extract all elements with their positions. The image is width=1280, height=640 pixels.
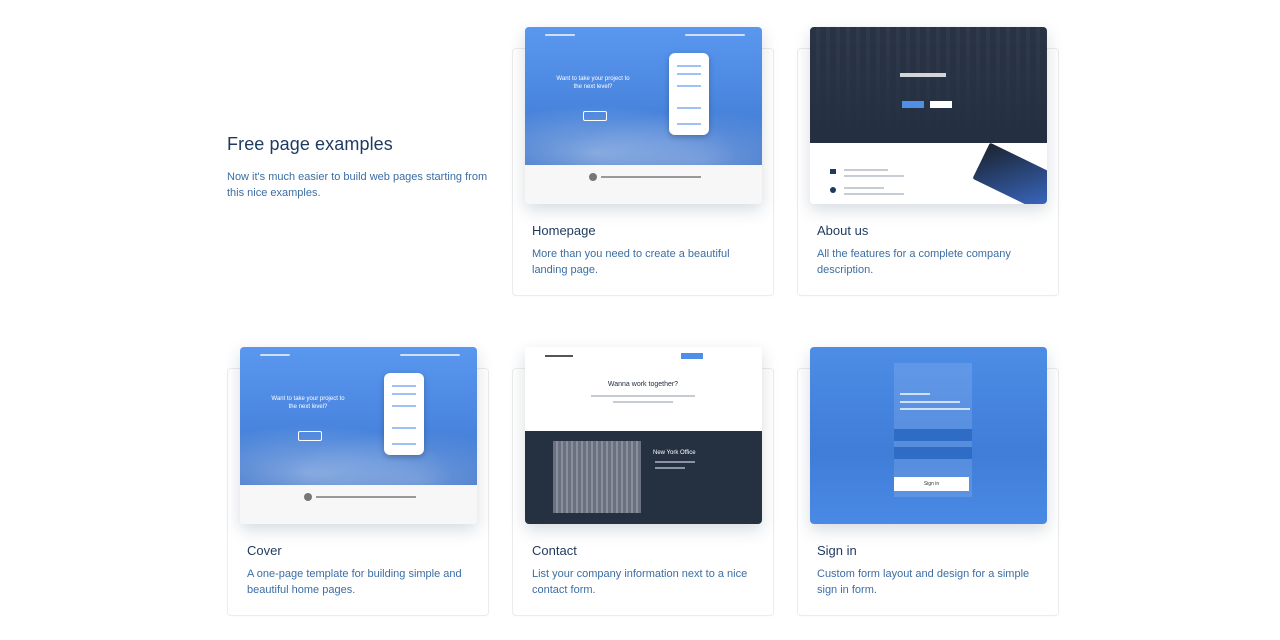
- hero-button-secondary: [930, 101, 952, 108]
- card-description: A one-page template for building simple …: [247, 568, 462, 596]
- hero-heading: Wanna work together?: [607, 381, 679, 388]
- intro-section: Free page examples Now it's much easier …: [227, 134, 497, 201]
- about-thumbnail[interactable]: [810, 27, 1047, 204]
- card-description: List your company information next to a …: [532, 568, 748, 596]
- contact-thumbnail[interactable]: Wanna work together? New York Office: [525, 347, 762, 524]
- hero-button: [902, 101, 924, 108]
- example-card-homepage[interactable]: Want to take your project to the next le…: [512, 27, 774, 296]
- card-title[interactable]: Sign in: [817, 543, 857, 558]
- cover-thumbnail[interactable]: Want to take your project to the next le…: [240, 347, 477, 524]
- phone-mockup: [384, 373, 424, 455]
- section-title: Free page examples: [227, 134, 393, 154]
- card-title[interactable]: Cover: [247, 543, 282, 558]
- office-image: [553, 441, 641, 513]
- phone-mockup: [669, 53, 709, 135]
- hero-heading: Want to take your project to the next le…: [556, 76, 630, 90]
- card-description: All the features for a complete company …: [817, 248, 1011, 276]
- homepage-thumbnail[interactable]: Want to take your project to the next le…: [525, 27, 762, 204]
- laptop-image: [972, 142, 1047, 204]
- office-label: New York Office: [653, 450, 696, 456]
- hero-button: [298, 431, 322, 441]
- card-description: More than you need to create a beautiful…: [532, 248, 730, 276]
- sign-in-button: Sign in: [894, 477, 969, 491]
- card-description: Custom form layout and design for a simp…: [817, 568, 1030, 596]
- section-subtitle: Now it's much easier to build web pages …: [227, 171, 488, 199]
- hero-background: [810, 27, 1047, 143]
- hero-button: [583, 111, 607, 121]
- password-field: [894, 447, 972, 459]
- username-field: [894, 429, 972, 441]
- example-card-sign-in[interactable]: Sign in Sign in Custom form layout and d…: [797, 347, 1059, 616]
- hero-heading: Want to take your project to the next le…: [271, 396, 345, 410]
- sign-in-thumbnail[interactable]: Sign in: [810, 347, 1047, 524]
- card-title[interactable]: Contact: [532, 543, 577, 558]
- card-title[interactable]: Homepage: [532, 223, 596, 238]
- example-card-contact[interactable]: Wanna work together? New York Office Con…: [512, 347, 774, 616]
- example-card-about-us[interactable]: About us All the features for a complete…: [797, 27, 1059, 296]
- card-title[interactable]: About us: [817, 223, 868, 238]
- example-card-cover[interactable]: Want to take your project to the next le…: [227, 347, 489, 616]
